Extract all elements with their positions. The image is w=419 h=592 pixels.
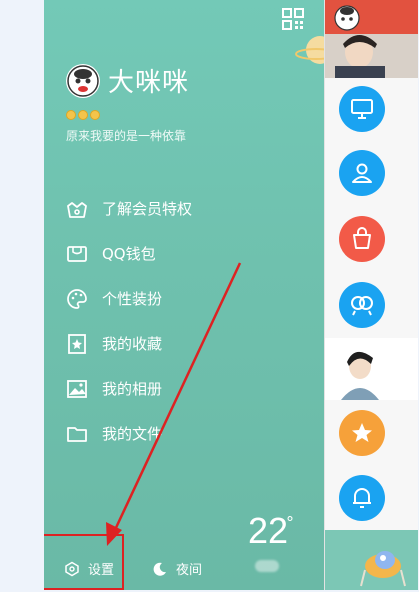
app-item-shopping[interactable]: [325, 206, 418, 273]
vip-sun-icon: [66, 110, 76, 120]
wallet-icon: [67, 245, 87, 262]
menu-item-label: 我的相册: [102, 380, 163, 398]
group-chat-app-icon: [339, 282, 385, 328]
moon-icon: [153, 562, 166, 576]
background-app-strip: [324, 0, 418, 590]
decorative-scene: [325, 530, 418, 590]
app-item-computer[interactable]: [325, 78, 418, 141]
annotation-highlight-box: [44, 534, 124, 590]
menu-item-files[interactable]: 我的文件: [66, 411, 306, 456]
bell-app-icon: [339, 475, 385, 521]
side-drawer: 大咪咪 原来我要的是一种依靠 了解会员特权 QQ钱包 个性装扮 我的收藏 我的相…: [44, 0, 332, 590]
vip-crown-icon: [67, 201, 87, 218]
app-item-groups[interactable]: [325, 272, 418, 339]
night-mode-label: 夜间: [176, 563, 203, 578]
photo-album-icon: [67, 379, 87, 398]
menu-item-theme[interactable]: 个性装扮: [66, 276, 306, 321]
weather-temperature[interactable]: 22: [248, 510, 288, 552]
vip-sun-icon: [90, 110, 100, 120]
menu-item-album[interactable]: 我的相册: [66, 366, 306, 411]
menu-item-label: QQ钱包: [102, 245, 156, 263]
app-frame: 大咪咪 原来我要的是一种依靠 了解会员特权 QQ钱包 个性装扮 我的收藏 我的相…: [44, 0, 418, 590]
computer-app-icon: [339, 86, 385, 132]
menu-item-label: 我的文件: [102, 425, 163, 443]
contacts-app-icon: [339, 150, 385, 196]
folder-icon: [67, 426, 87, 442]
star-app-icon: [339, 410, 385, 456]
night-mode-button[interactable]: 夜间: [152, 559, 202, 578]
app-item-favorites[interactable]: [325, 400, 418, 467]
vip-sun-icon: [78, 110, 88, 120]
contact-avatar-thumb[interactable]: [325, 0, 418, 79]
menu-item-wallet[interactable]: QQ钱包: [66, 231, 306, 276]
app-item-contacts[interactable]: [325, 140, 418, 207]
menu-item-vip[interactable]: 了解会员特权: [66, 186, 306, 231]
user-signature[interactable]: 原来我要的是一种依靠: [66, 127, 186, 144]
bookmark-star-icon: [68, 333, 86, 354]
palette-icon: [67, 288, 87, 309]
menu-item-label: 我的收藏: [102, 335, 163, 353]
contact-avatar-thumb[interactable]: [325, 338, 418, 401]
weather-city-blurred: [255, 560, 279, 572]
avatar[interactable]: [66, 64, 100, 98]
shopping-bag-app-icon: [339, 216, 385, 262]
username[interactable]: 大咪咪: [108, 62, 189, 99]
menu-item-favorites[interactable]: 我的收藏: [66, 321, 306, 366]
menu-item-label: 个性装扮: [102, 290, 163, 308]
weather-degree-symbol: °: [286, 513, 294, 532]
menu-item-label: 了解会员特权: [102, 200, 193, 218]
vip-level-badges[interactable]: [66, 110, 100, 120]
app-item-notifications[interactable]: [325, 466, 418, 531]
drawer-menu: 了解会员特权 QQ钱包 个性装扮 我的收藏 我的相册 我的文件: [66, 186, 306, 456]
